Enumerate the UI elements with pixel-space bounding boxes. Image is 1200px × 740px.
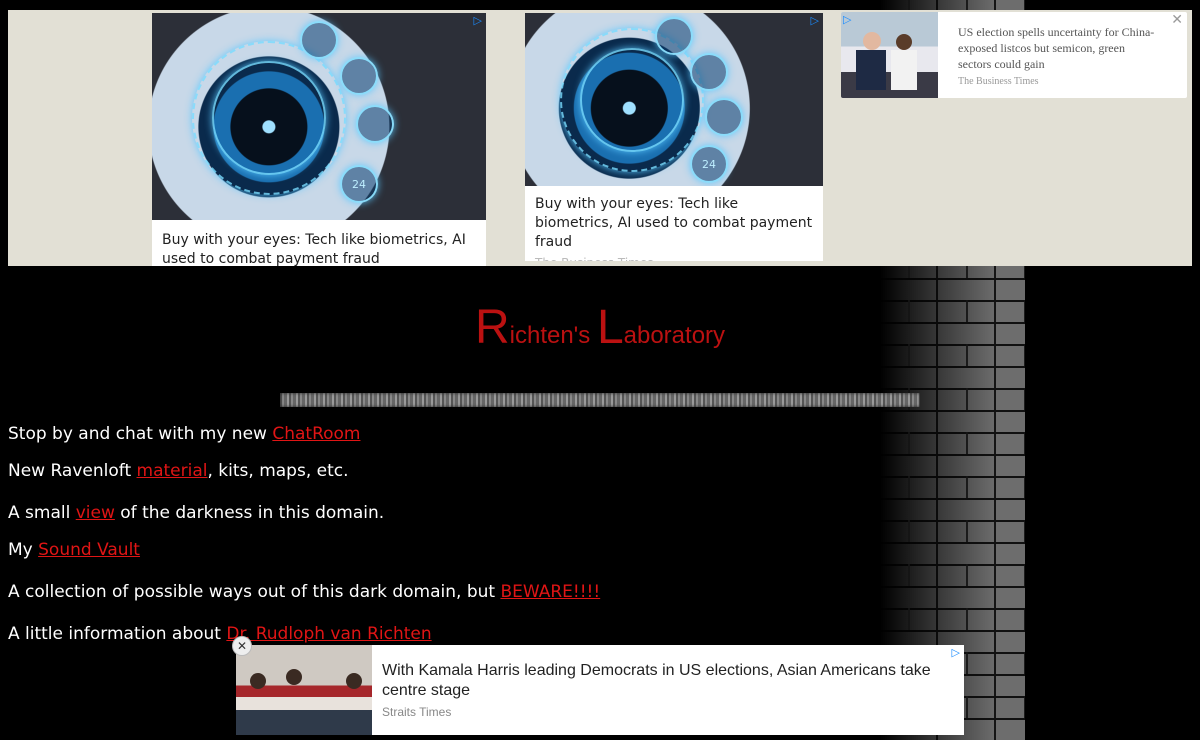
- bottom-ad-banner[interactable]: With Kamala Harris leading Democrats in …: [236, 645, 964, 735]
- adchoices-icon[interactable]: ▷: [811, 14, 819, 27]
- eye-biometrics-image: 24: [152, 13, 486, 220]
- beware-link[interactable]: BEWARE!!!!: [500, 582, 600, 602]
- van-richten-link[interactable]: Dr. Rudloph van Richten: [226, 624, 431, 644]
- ad-thumbnail: [841, 12, 938, 98]
- ad-card-biometrics-2[interactable]: 24 Buy with your eyes: Tech like biometr…: [525, 13, 823, 261]
- ad-source: The Business Times: [525, 252, 823, 261]
- list-item: A collection of possible ways out of thi…: [8, 582, 601, 602]
- ad-card-us-election[interactable]: US election spells uncertainty for China…: [841, 12, 1187, 98]
- ad-headline[interactable]: US election spells uncertainty for China…: [958, 24, 1158, 72]
- ad-caption[interactable]: Buy with your eyes: Tech like biometrics…: [525, 186, 823, 252]
- stone-divider: [280, 393, 920, 407]
- list-item: Stop by and chat with my new ChatRoom: [8, 424, 361, 444]
- ad-source: The Business Times: [958, 76, 1039, 87]
- ad-headline[interactable]: With Kamala Harris leading Democrats in …: [382, 661, 942, 701]
- close-ad-button[interactable]: ✕: [232, 636, 252, 656]
- eye-biometrics-image: 24: [525, 13, 823, 186]
- top-ad-banner[interactable]: 24 Buy with your eyes: Tech like biometr…: [8, 10, 1192, 266]
- list-item: New Ravenloft material, kits, maps, etc.: [8, 461, 349, 481]
- sound-vault-link[interactable]: Sound Vault: [38, 540, 140, 560]
- adchoices-icon[interactable]: ▷: [952, 646, 960, 659]
- page-title: Richten's Laboratory: [474, 301, 726, 354]
- view-link[interactable]: view: [76, 503, 115, 523]
- ad-caption[interactable]: Buy with your eyes: Tech like biometrics…: [152, 220, 486, 266]
- chatroom-link[interactable]: ChatRoom: [272, 424, 360, 444]
- ad-card-biometrics-1[interactable]: 24 Buy with your eyes: Tech like biometr…: [152, 13, 486, 266]
- list-item: A little information about Dr. Rudloph v…: [8, 624, 432, 644]
- adchoices-icon[interactable]: ▷: [474, 14, 482, 27]
- adchoices-icon[interactable]: ▷: [843, 13, 851, 26]
- list-item: My Sound Vault: [8, 540, 140, 560]
- list-item: A small view of the darkness in this dom…: [8, 503, 385, 523]
- material-link[interactable]: material: [137, 461, 208, 481]
- ad-source: Straits Times: [382, 705, 452, 719]
- close-icon[interactable]: ✕: [1171, 12, 1183, 28]
- ad-thumbnail: [236, 645, 372, 735]
